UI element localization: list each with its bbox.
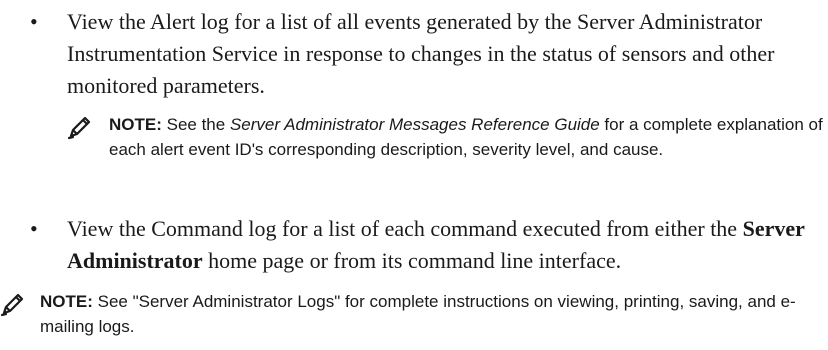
bullet-text-alert-log: View the Alert log for a list of all eve…	[67, 9, 775, 98]
bullet-item-command-log: • View the Command log for a list of eac…	[0, 213, 828, 277]
pencil-note-icon	[0, 293, 24, 317]
bullet-icon: •	[30, 9, 38, 34]
note-text-messages-guide: NOTE: See the Server Administrator Messa…	[109, 112, 828, 162]
guide-title: Server Administrator Messages Reference …	[229, 115, 600, 134]
note-server-logs: NOTE: See "Server Administrator Logs" fo…	[0, 289, 828, 345]
note-messages-guide: NOTE: See the Server Administrator Messa…	[67, 112, 827, 192]
note-text-server-logs: NOTE: See "Server Administrator Logs" fo…	[40, 289, 820, 339]
pencil-note-icon	[67, 116, 91, 140]
bullet-icon: •	[30, 216, 38, 241]
note-text-body: See "Server Administrator Logs" for comp…	[40, 292, 796, 336]
note-label: NOTE:	[109, 115, 162, 134]
bullet-text-command-log: View the Command log for a list of each …	[67, 213, 827, 277]
bullet-item-alert-log: • View the Alert log for a list of all e…	[0, 6, 828, 102]
note-label: NOTE:	[40, 292, 93, 311]
bullet-text-pre: View the Command log for a list of each …	[67, 216, 743, 241]
note-text-pre: See the	[161, 115, 230, 134]
bullet-text-post: home page or from its command line inter…	[202, 248, 622, 273]
